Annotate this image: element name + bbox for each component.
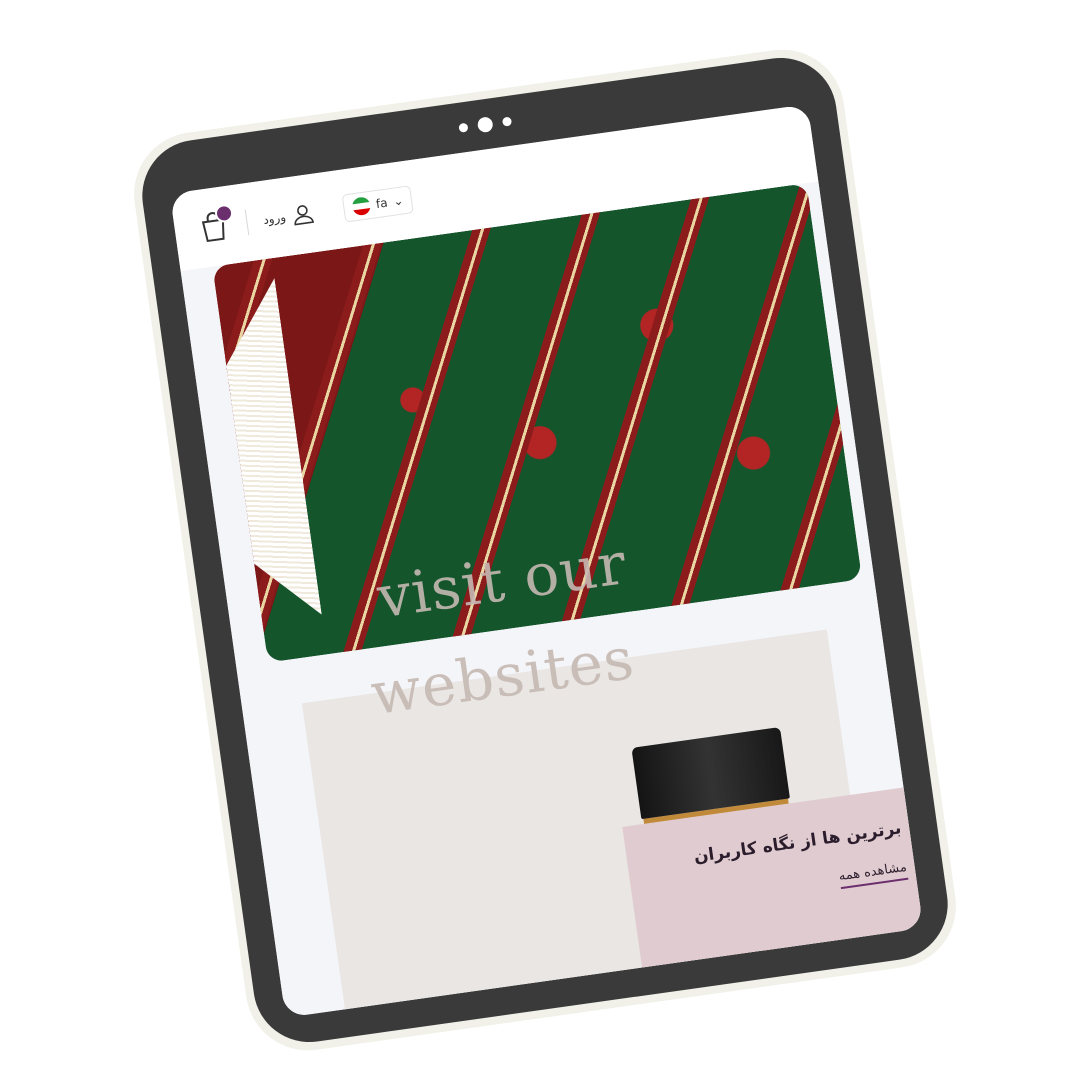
language-label: fa <box>374 195 389 212</box>
view-all-link[interactable]: مشاهده همه <box>837 859 909 890</box>
tablet-device: ورود fa ⌄ visit our websites برترین ها ا… <box>126 41 964 1059</box>
camera-dot <box>501 116 513 127</box>
camera-module <box>458 114 513 136</box>
header-divider <box>244 209 250 236</box>
screen: ورود fa ⌄ visit our websites برترین ها ا… <box>169 104 924 1018</box>
camera-lens <box>476 116 494 134</box>
chevron-down-icon: ⌄ <box>392 193 405 209</box>
iran-flag-icon <box>350 196 372 217</box>
login-label: ورود <box>262 209 287 227</box>
lamp-shade <box>631 727 790 820</box>
user-icon <box>294 205 314 226</box>
camera-dot <box>458 122 469 133</box>
device-frame: ورود fa ⌄ visit our websites برترین ها ا… <box>135 50 955 1050</box>
login-button[interactable]: ورود <box>262 202 315 231</box>
cart-button[interactable] <box>195 203 235 246</box>
language-selector[interactable]: fa ⌄ <box>341 185 415 223</box>
